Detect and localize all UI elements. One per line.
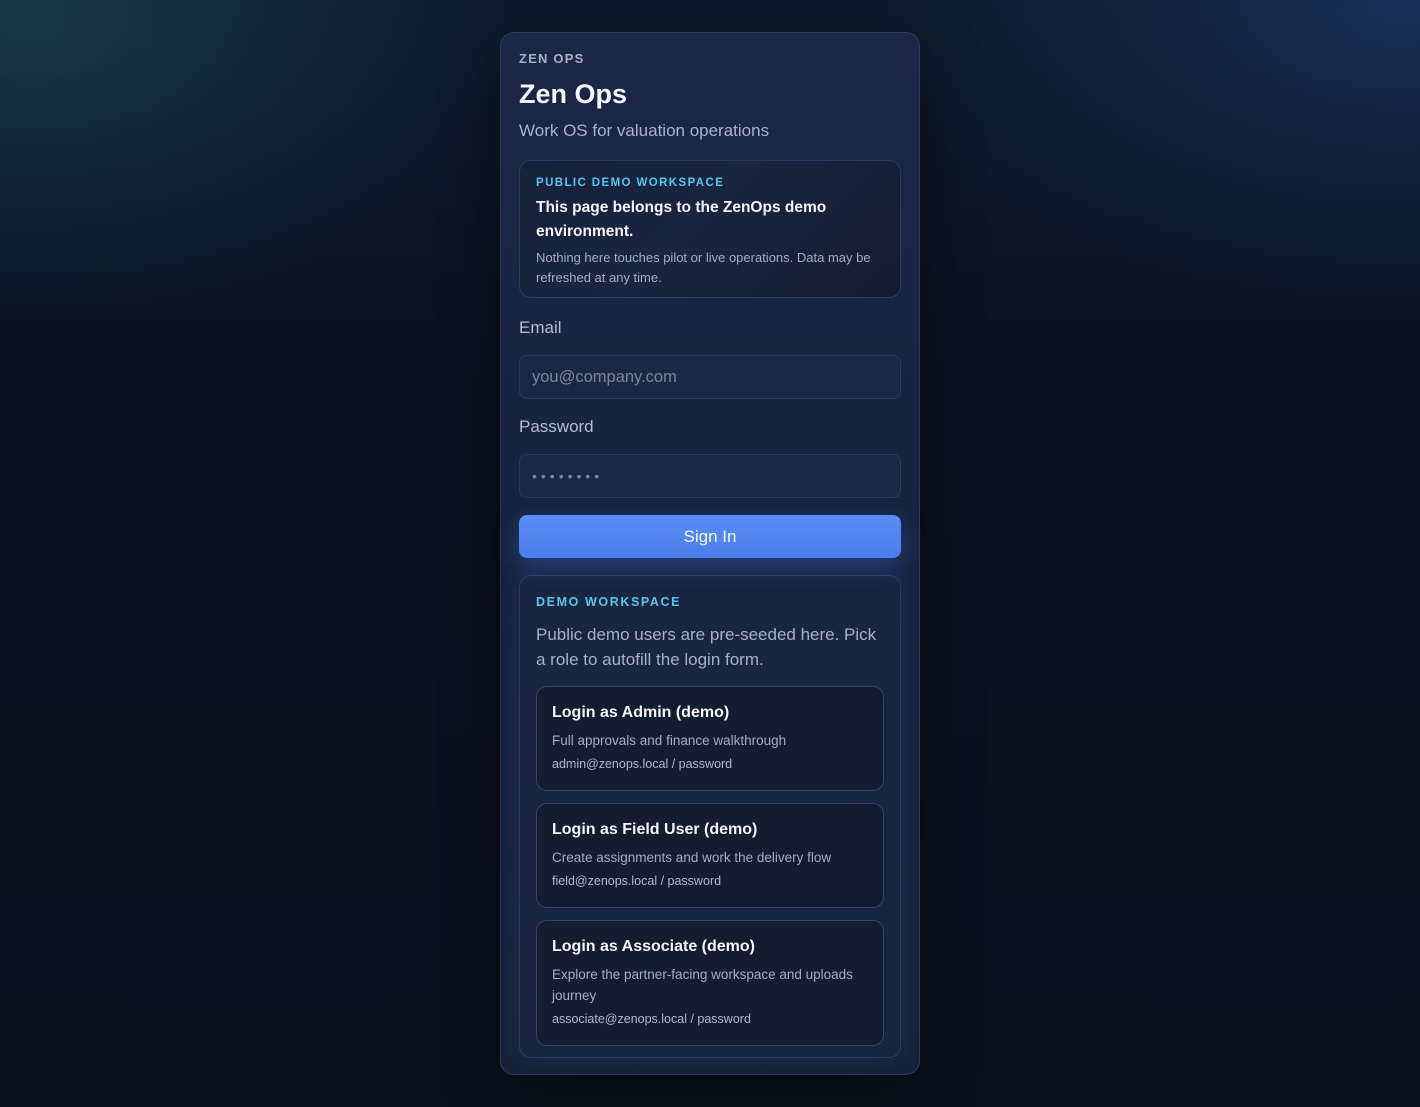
login-as-field-user-button[interactable]: Login as Field User (demo) Create assign…	[536, 803, 884, 908]
login-card: ZEN OPS Zen Ops Work OS for valuation op…	[500, 32, 920, 1075]
role-credentials: admin@zenops.local / password	[552, 757, 733, 771]
notice-body: Nothing here touches pilot or live opera…	[536, 250, 871, 285]
demo-workspace-panel: DEMO WORKSPACE Public demo users are pre…	[519, 575, 901, 1058]
email-field[interactable]	[532, 367, 888, 387]
demo-description: Public demo users are pre-seeded here. P…	[536, 625, 877, 669]
role-title: Login as Field User (demo)	[552, 821, 758, 838]
role-description: Explore the partner-facing workspace and…	[552, 967, 853, 1003]
role-title: Login as Admin (demo)	[552, 704, 730, 721]
page-title: Zen Ops	[519, 79, 628, 109]
password-label: Password	[519, 417, 594, 436]
role-credentials: associate@zenops.local / password	[552, 1012, 751, 1026]
role-title: Login as Associate (demo)	[552, 938, 755, 955]
role-credentials: field@zenops.local / password	[552, 874, 722, 888]
email-field-wrapper	[519, 355, 901, 399]
notice-kicker: PUBLIC DEMO WORKSPACE	[536, 177, 725, 189]
email-label: Email	[519, 318, 562, 337]
role-description: Full approvals and finance walkthrough	[552, 733, 787, 748]
login-as-admin-button[interactable]: Login as Admin (demo) Full approvals and…	[536, 686, 884, 791]
sign-in-button[interactable]: Sign In	[519, 515, 901, 558]
password-field-wrapper	[519, 454, 901, 498]
password-field[interactable]	[532, 468, 888, 484]
demo-kicker: DEMO WORKSPACE	[536, 595, 682, 609]
role-description: Create assignments and work the delivery…	[552, 850, 832, 865]
login-as-associate-button[interactable]: Login as Associate (demo) Explore the pa…	[536, 920, 884, 1046]
notice-heading: This page belongs to the ZenOps demo env…	[536, 199, 827, 240]
page-subtitle: Work OS for valuation operations	[519, 121, 770, 140]
brand-eyebrow: ZEN OPS	[519, 51, 585, 66]
demo-notice-banner: PUBLIC DEMO WORKSPACE This page belongs …	[519, 160, 901, 298]
